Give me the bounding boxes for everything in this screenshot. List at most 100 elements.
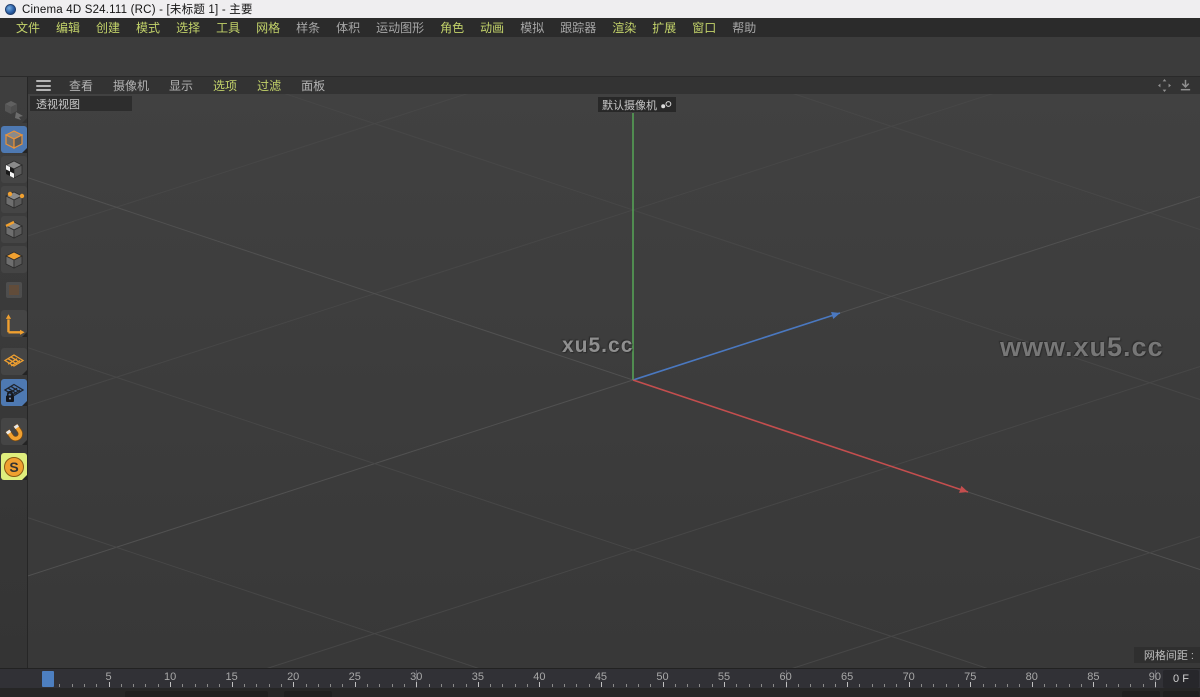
timeline-tick xyxy=(1032,682,1033,687)
snap-button[interactable] xyxy=(1,418,27,445)
texture-mode-button[interactable] xyxy=(1,156,27,183)
timeline-tick xyxy=(379,684,380,687)
timeline-tick xyxy=(638,684,639,687)
timeline-tick xyxy=(626,684,627,687)
timeline-tick xyxy=(859,684,860,687)
menu-item[interactable]: 模拟 xyxy=(512,19,552,36)
timeline-tick xyxy=(761,684,762,687)
menu-item[interactable]: 跟踪器 xyxy=(552,19,604,36)
timeline-tick xyxy=(539,682,540,687)
edges-mode-icon xyxy=(2,218,26,242)
timeline-tick xyxy=(773,684,774,687)
polygons-mode-button[interactable] xyxy=(1,246,27,273)
menu-item[interactable]: 渲染 xyxy=(604,19,644,36)
menu-item[interactable]: 样条 xyxy=(288,19,328,36)
quantize-button[interactable]: S xyxy=(1,453,27,480)
make-editable-button[interactable] xyxy=(1,96,27,123)
timeline-tick xyxy=(219,684,220,687)
make-editable-icon xyxy=(2,98,26,122)
timeline-tick xyxy=(896,684,897,687)
uv-mode-icon xyxy=(2,278,26,302)
timeline-tick xyxy=(958,684,959,687)
camera-label-box[interactable]: 默认摄像机 xyxy=(598,97,676,112)
timeline-tick xyxy=(342,684,343,687)
magnet-icon xyxy=(2,420,26,444)
timeline-tick xyxy=(515,684,516,687)
timeline-tick xyxy=(478,682,479,687)
polygons-mode-icon xyxy=(2,248,26,272)
timeline-tick xyxy=(909,682,910,687)
menu-item[interactable]: 角色 xyxy=(432,19,472,36)
menu-item[interactable]: 模式 xyxy=(128,19,168,36)
menu-item[interactable]: 编辑 xyxy=(48,19,88,36)
menu-item[interactable]: 创建 xyxy=(88,19,128,36)
viewport-menu-bar: 查看摄像机显示选项过滤面板 xyxy=(28,77,1200,94)
perspective-viewport[interactable]: 透视视图 默认摄像机 xu5.cc www.xu5.cc 网格间距 : xyxy=(28,94,1200,668)
menu-item[interactable]: 工具 xyxy=(208,19,248,36)
timeline-tick xyxy=(293,682,294,687)
timeline-tick xyxy=(736,684,737,687)
main-menu-bar: 文件编辑创建模式选择工具网格样条体积运动图形角色动画模拟跟踪器渲染扩展窗口帮助 xyxy=(0,18,1200,37)
viewport-menu-item[interactable]: 面板 xyxy=(291,77,335,94)
timeline-tick xyxy=(1007,684,1008,687)
menu-item[interactable]: 窗口 xyxy=(684,19,724,36)
menu-item[interactable]: 网格 xyxy=(248,19,288,36)
edges-mode-button[interactable] xyxy=(1,216,27,243)
timeline-tick xyxy=(281,684,282,687)
viewport-menu-item[interactable]: 摄像机 xyxy=(103,77,159,94)
lock-workplane-button[interactable] xyxy=(1,379,27,406)
current-frame-marker[interactable] xyxy=(42,671,54,687)
lock-workplane-icon xyxy=(2,381,26,405)
timeline-tick xyxy=(182,684,183,687)
menu-item[interactable]: 运动图形 xyxy=(368,19,432,36)
timeline-tick xyxy=(712,684,713,687)
timeline-tick xyxy=(416,682,417,687)
axis-mode-button[interactable] xyxy=(1,310,27,337)
clipped-field xyxy=(284,691,332,697)
timeline-tick xyxy=(145,684,146,687)
timeline-tick xyxy=(589,684,590,687)
watermark-center: xu5.cc xyxy=(562,334,633,358)
viewport-hamburger-icon[interactable] xyxy=(36,80,51,91)
timeline-tick xyxy=(749,684,750,687)
viewport-menu-item[interactable]: 显示 xyxy=(159,77,203,94)
viewport-menu-item[interactable]: 查看 xyxy=(59,77,103,94)
timeline-tick xyxy=(404,684,405,687)
model-mode-button[interactable] xyxy=(1,126,27,153)
timeline-tick xyxy=(367,684,368,687)
camera-swap-icon[interactable] xyxy=(660,100,672,110)
grid-spacing-box: 网格间距 : xyxy=(1134,647,1200,663)
timeline-ruler[interactable]: 051015202530354045505560657075808590 0 F xyxy=(0,668,1200,688)
timeline-tick xyxy=(158,684,159,687)
timeline-tick xyxy=(1130,684,1131,687)
viewport-menu-item[interactable]: 选项 xyxy=(203,77,247,94)
menu-item[interactable]: 扩展 xyxy=(644,19,684,36)
timeline-tick xyxy=(207,684,208,687)
timeline-tick xyxy=(84,684,85,687)
viewport-pan-icon[interactable] xyxy=(1158,79,1171,92)
menu-item[interactable]: 动画 xyxy=(472,19,512,36)
timeline-tick xyxy=(244,684,245,687)
menu-item[interactable]: 帮助 xyxy=(724,19,764,36)
timeline-tick xyxy=(687,684,688,687)
timeline-tick xyxy=(232,682,233,687)
current-frame-value: 0 F xyxy=(1173,673,1189,685)
viewport-menu-item[interactable]: 过滤 xyxy=(247,77,291,94)
uv-mode-button[interactable] xyxy=(1,276,27,303)
timeline-tick xyxy=(810,684,811,687)
points-mode-button[interactable] xyxy=(1,186,27,213)
timeline-tick xyxy=(466,684,467,687)
menu-item[interactable]: 文件 xyxy=(8,19,48,36)
menu-item[interactable]: 体积 xyxy=(328,19,368,36)
timeline-tick xyxy=(921,684,922,687)
timeline-tick xyxy=(933,684,934,687)
current-frame-field[interactable]: 0 F xyxy=(1163,670,1199,688)
window-title: Cinema 4D S24.111 (RC) - [未标题 1] - 主要 xyxy=(22,1,253,17)
timeline-tick xyxy=(490,684,491,687)
menu-item[interactable]: 选择 xyxy=(168,19,208,36)
timeline-tick xyxy=(195,684,196,687)
workplane-mode-button[interactable] xyxy=(1,348,27,375)
viewport-dock-icon[interactable] xyxy=(1179,79,1192,92)
clipped-field xyxy=(1122,691,1160,697)
timeline-tick xyxy=(1044,684,1045,687)
